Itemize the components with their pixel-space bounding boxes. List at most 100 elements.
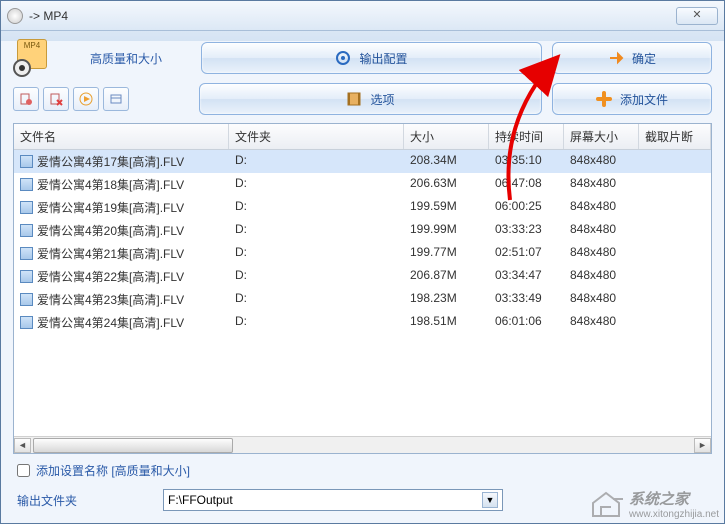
list-body: 爱情公寓4第17集[高清].FLVD:208.34M03:35:10848x48… [14,150,711,436]
file-resolution: 848x480 [564,198,639,217]
file-duration: 06:00:25 [489,198,564,217]
file-icon [20,293,33,306]
file-resolution: 848x480 [564,313,639,332]
format-badge: MP4 [13,39,51,77]
scroll-right-icon[interactable]: ► [694,438,711,453]
file-name: 爱情公寓4第20集[高清].FLV [37,222,184,239]
quality-label: 高质量和大小 [61,50,191,67]
file-icon [20,224,33,237]
app-window: -> MP4 ✕ MP4 高质量和大小 输出配置 确定 [0,0,725,524]
file-size: 198.51M [404,313,489,332]
file-name: 爱情公寓4第24集[高清].FLV [37,314,184,331]
ok-button[interactable]: 确定 [552,42,712,74]
output-config-button[interactable]: 输出配置 [201,42,542,74]
file-name: 爱情公寓4第17集[高清].FLV [37,153,184,170]
file-size: 208.34M [404,152,489,171]
file-duration: 03:35:10 [489,152,564,171]
table-row[interactable]: 爱情公寓4第24集[高清].FLV D:198.51M06:01:06848x48… [14,311,711,334]
options-button[interactable]: 选项 [199,83,542,115]
list-header: 文件名 文件夹 大小 持续时间 屏幕大小 截取片断 [14,124,711,150]
file-name: 爱情公寓4第18集[高清].FLV [37,176,184,193]
col-name[interactable]: 文件名 [14,124,229,149]
window-title: -> MP4 [29,9,676,23]
file-size: 199.59M [404,198,489,217]
file-icon [20,155,33,168]
output-folder-label: 输出文件夹 [17,492,147,509]
gear-spin-icon [335,50,351,66]
file-resolution: 848x480 [564,221,639,240]
scroll-left-icon[interactable]: ◄ [14,438,31,453]
toolbar-small [13,87,189,111]
file-folder: D: [229,267,404,286]
chevron-down-icon[interactable]: ▼ [482,492,498,508]
table-row[interactable]: 爱情公寓4第22集[高清].FLV D:206.87M03:34:47848x48… [14,265,711,288]
ok-label: 确定 [632,50,656,67]
file-icon [20,178,33,191]
file-size: 206.87M [404,267,489,286]
info-button[interactable] [103,87,129,111]
reel-icon [13,59,31,77]
titlebar: -> MP4 ✕ [1,1,724,31]
app-icon [7,8,23,24]
file-size: 206.63M [404,175,489,194]
table-row[interactable]: 爱情公寓4第21集[高清].FLV D:199.77M02:51:07848x48… [14,242,711,265]
file-name: 爱情公寓4第19集[高清].FLV [37,199,184,216]
add-files-label: 添加文件 [620,91,668,108]
file-resolution: 848x480 [564,244,639,263]
file-folder: D: [229,175,404,194]
file-folder: D: [229,313,404,332]
file-folder: D: [229,152,404,171]
table-row[interactable]: 爱情公寓4第17集[高清].FLV D:208.34M03:35:10848x48… [14,150,711,173]
table-row[interactable]: 爱情公寓4第23集[高清].FLV D:198.23M03:33:49848x48… [14,288,711,311]
table-row[interactable]: 爱情公寓4第18集[高清].FLV D:206.63M06:47:08848x48… [14,173,711,196]
file-duration: 03:33:23 [489,221,564,240]
file-resolution: 848x480 [564,290,639,309]
col-folder[interactable]: 文件夹 [229,124,404,149]
add-settings-label: 添加设置名称 [高质量和大小] [36,462,190,479]
file-icon [20,201,33,214]
file-size: 199.99M [404,221,489,240]
file-resolution: 848x480 [564,175,639,194]
remove-button[interactable] [13,87,39,111]
table-row[interactable]: 爱情公寓4第19集[高清].FLVD:199.59M06:00:25848x48… [14,196,711,219]
file-list: 文件名 文件夹 大小 持续时间 屏幕大小 截取片断 爱情公寓4第17集[高清].… [13,123,712,454]
file-icon [20,247,33,260]
film-icon [346,91,362,107]
file-resolution: 848x480 [564,152,639,171]
file-folder: D: [229,221,404,240]
second-row: 选项 添加文件 [1,81,724,123]
file-icon [20,316,33,329]
col-duration[interactable]: 持续时间 [489,124,564,149]
add-files-button[interactable]: 添加文件 [552,83,712,115]
output-row: 输出文件夹 F:\FFOutput ▼ [1,483,724,523]
file-duration: 03:34:47 [489,267,564,286]
options-label: 选项 [370,91,394,108]
file-size: 199.77M [404,244,489,263]
file-name: 爱情公寓4第21集[高清].FLV [37,245,184,262]
output-folder-combo[interactable]: F:\FFOutput ▼ [163,489,503,511]
file-duration: 06:47:08 [489,175,564,194]
close-button[interactable]: ✕ [676,7,718,25]
file-folder: D: [229,244,404,263]
file-duration: 03:33:49 [489,290,564,309]
col-resolution[interactable]: 屏幕大小 [564,124,639,149]
col-size[interactable]: 大小 [404,124,489,149]
h-scrollbar[interactable]: ◄ ► [14,436,711,453]
table-row[interactable]: 爱情公寓4第20集[高清].FLV D:199.99M03:33:23848x48… [14,219,711,242]
file-folder: D: [229,290,404,309]
play-button[interactable] [73,87,99,111]
add-settings-checkbox[interactable] [17,464,30,477]
col-clip[interactable]: 截取片断 [639,124,711,149]
output-folder-value: F:\FFOutput [168,493,482,507]
top-row: MP4 高质量和大小 输出配置 确定 [1,31,724,81]
file-duration: 06:01:06 [489,313,564,332]
add-settings-row: 添加设置名称 [高质量和大小] [1,454,724,483]
file-resolution: 848x480 [564,267,639,286]
scroll-thumb[interactable] [33,438,233,453]
file-duration: 02:51:07 [489,244,564,263]
file-name: 爱情公寓4第22集[高清].FLV [37,268,184,285]
arrow-right-icon [608,50,624,66]
clear-button[interactable] [43,87,69,111]
file-size: 198.23M [404,290,489,309]
file-name: 爱情公寓4第23集[高清].FLV [37,291,184,308]
